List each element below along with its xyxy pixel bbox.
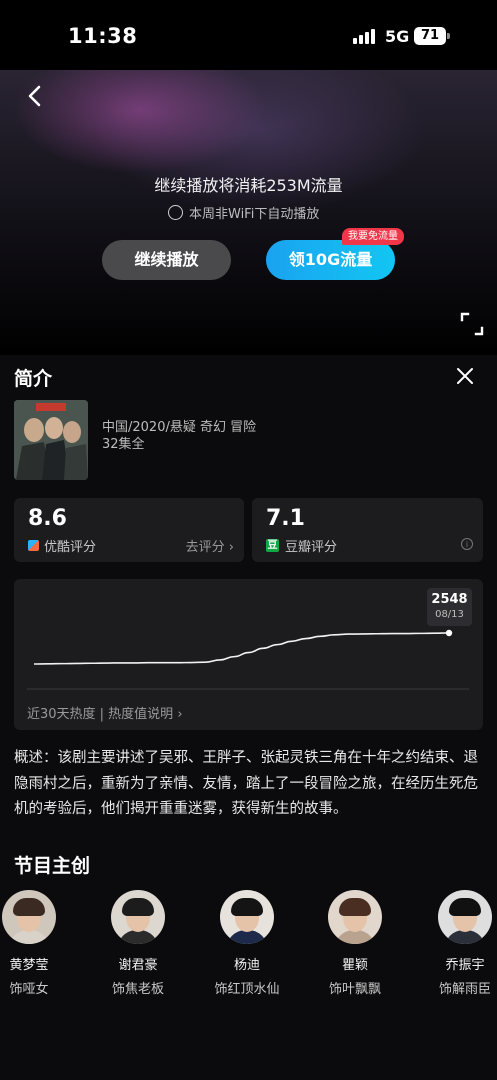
cast-name: 杨迪	[233, 958, 260, 973]
douban-logo-icon: 豆	[266, 539, 279, 552]
cast-role: 饰叶飘飘	[328, 982, 381, 997]
cellular-signal-icon	[353, 28, 377, 44]
battery-icon: 71	[414, 27, 450, 45]
episode-count: 32集全	[102, 437, 145, 452]
avatar[interactable]	[438, 890, 492, 944]
youku-source: 优酷评分	[28, 536, 96, 555]
continue-play-button[interactable]: 继续播放	[102, 240, 231, 280]
show-poster[interactable]	[14, 400, 88, 480]
avatar[interactable]	[220, 890, 274, 944]
radio-icon[interactable]	[168, 205, 183, 220]
autoplay-label: 本周非WiFi下自动播放	[189, 207, 320, 222]
youku-score: 8.6	[28, 506, 67, 531]
youku-score-card: 8.6 优酷评分 去评分 ›	[14, 498, 244, 562]
heat-tooltip-date: 08/13	[435, 609, 464, 620]
avatar[interactable]	[111, 890, 165, 944]
intro-title: 简介	[14, 368, 53, 390]
data-usage-notice: 继续播放将消耗253M流量	[154, 176, 343, 195]
status-time: 11:38	[68, 24, 138, 48]
rate-link[interactable]: 去评分 ›	[186, 536, 234, 555]
heat-tooltip: 2548 08/13	[427, 588, 472, 626]
info-icon[interactable]: i	[461, 538, 473, 550]
cast-name: 黄梦莹	[9, 958, 49, 973]
fullscreen-icon[interactable]	[460, 312, 484, 336]
status-bar: 11:38 5G 71	[0, 0, 497, 70]
douban-score-card: 7.1 豆 豆瓣评分 i	[252, 498, 483, 562]
cast-member[interactable]: 乔振宇 饰解雨臣	[420, 890, 497, 997]
cast-role: 饰焦老板	[111, 982, 164, 997]
cast-member[interactable]: 瞿颖 饰叶飘飘	[310, 890, 400, 997]
cast-name: 乔振宇	[445, 958, 485, 973]
free-data-badge[interactable]: 我要免流量	[342, 228, 404, 245]
cast-member[interactable]: 杨迪 饰红顶水仙	[202, 890, 292, 997]
get-data-button[interactable]: 领10G流量	[266, 240, 395, 280]
youku-logo-icon	[28, 540, 39, 551]
cast-name: 谢君豪	[118, 958, 158, 973]
cast-member[interactable]: 黄梦莹 饰哑女	[0, 890, 74, 997]
cast-role: 饰解雨臣	[438, 982, 491, 997]
youku-score-label: 优酷评分	[44, 540, 97, 555]
video-player[interactable]: 继续播放将消耗253M流量 本周非WiFi下自动播放 继续播放 领10G流量 我…	[0, 70, 497, 355]
back-arrow-icon[interactable]	[24, 84, 48, 108]
cast-role: 饰哑女	[9, 982, 49, 997]
autoplay-option[interactable]: 本周非WiFi下自动播放	[168, 203, 319, 222]
battery-level: 71	[414, 27, 446, 45]
cast-title: 节目主创	[14, 855, 91, 877]
heat-tooltip-value: 2548	[431, 592, 468, 607]
show-summary: 概述：该剧主要讲述了吴邪、王胖子、张起灵铁三角在十年之约结束、退隐雨村之后，重新…	[14, 750, 478, 817]
avatar[interactable]	[2, 890, 56, 944]
douban-score: 7.1	[266, 506, 305, 531]
cast-member[interactable]: 谢君豪 饰焦老板	[93, 890, 183, 997]
heat-latest-point	[445, 629, 453, 637]
close-icon[interactable]	[455, 366, 475, 386]
cast-name: 瞿颖	[341, 958, 368, 973]
network-type: 5G	[385, 27, 410, 46]
avatar[interactable]	[328, 890, 382, 944]
heat-chart-card: 2548 08/13 近30天热度 | 热度值说明 ›	[14, 579, 483, 730]
douban-score-label: 豆瓣评分	[285, 540, 338, 555]
intro-panel: 简介 中国/2020/悬疑 奇幻 冒险 32集全 8.6 优酷评分 去评分 › …	[0, 355, 497, 1080]
heat-footer-link[interactable]: 近30天热度 | 热度值说明 ›	[27, 703, 183, 722]
cast-role: 饰红顶水仙	[214, 982, 280, 997]
douban-source: 豆 豆瓣评分	[266, 536, 337, 555]
heat-trend-line	[33, 632, 450, 665]
